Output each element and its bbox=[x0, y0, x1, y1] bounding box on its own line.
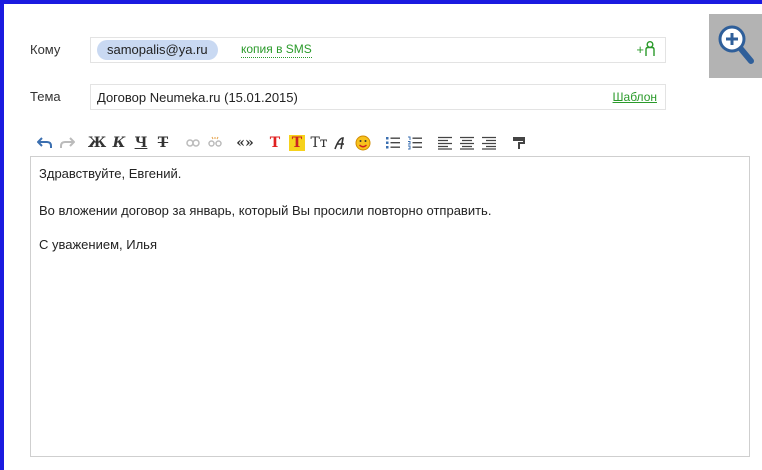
align-center-button[interactable] bbox=[456, 132, 478, 154]
person-icon bbox=[645, 41, 655, 56]
zoom-in-icon bbox=[718, 25, 754, 64]
recipient-chip[interactable]: samopalis@ya.ru bbox=[97, 40, 218, 60]
smiley-icon bbox=[355, 135, 371, 151]
align-right-button[interactable] bbox=[478, 132, 500, 154]
subject-input[interactable]: Договор Neumeka.ru (15.01.2015) bbox=[97, 90, 298, 105]
font-size-button[interactable]: Tт bbox=[308, 132, 330, 154]
align-center-icon bbox=[460, 136, 474, 150]
to-field[interactable]: samopalis@ya.ru копия в SMS + bbox=[90, 37, 666, 63]
subject-field[interactable]: Договор Neumeka.ru (15.01.2015) Шаблон bbox=[90, 84, 666, 110]
bulleted-list-button[interactable] bbox=[382, 132, 404, 154]
numbered-list-button[interactable] bbox=[404, 132, 426, 154]
template-link[interactable]: Шаблон bbox=[613, 90, 657, 104]
bold-button[interactable]: Ж bbox=[86, 132, 108, 154]
italic-button[interactable]: К bbox=[108, 132, 130, 154]
strikethrough-button[interactable]: Т bbox=[152, 132, 174, 154]
add-contact-label: + bbox=[636, 41, 644, 57]
add-contact-button[interactable]: + bbox=[636, 41, 655, 57]
format-painter-icon bbox=[513, 137, 525, 149]
bulleted-list-icon bbox=[386, 137, 400, 149]
link-button[interactable] bbox=[182, 132, 204, 154]
underline-button[interactable]: Ч bbox=[130, 132, 152, 154]
to-label: Кому bbox=[30, 42, 61, 57]
undo-icon bbox=[37, 137, 52, 148]
text-color-button[interactable]: T bbox=[264, 132, 286, 154]
body-line: С уважением, Илья bbox=[39, 237, 157, 252]
numbered-list-icon bbox=[408, 136, 422, 150]
zoom-in-button[interactable] bbox=[709, 14, 762, 78]
unlink-button[interactable] bbox=[204, 132, 226, 154]
align-right-icon bbox=[482, 136, 496, 150]
formatting-toolbar: Ж К Ч Т «» T T Tт bbox=[34, 130, 530, 156]
clear-formatting-button[interactable] bbox=[508, 132, 530, 154]
font-family-button[interactable] bbox=[330, 132, 352, 154]
highlight-color-button[interactable]: T bbox=[289, 135, 305, 151]
body-line: Во вложении договор за январь, который В… bbox=[39, 203, 492, 218]
sms-copy-link[interactable]: копия в SMS bbox=[241, 42, 312, 58]
undo-button[interactable] bbox=[34, 132, 56, 154]
subject-label: Тема bbox=[30, 89, 61, 104]
quote-button[interactable]: «» bbox=[234, 132, 256, 154]
unlink-icon bbox=[208, 136, 222, 147]
redo-button[interactable] bbox=[56, 132, 78, 154]
message-body-editor[interactable]: Здравствуйте, Евгений. Во вложении догов… bbox=[30, 156, 750, 457]
link-icon bbox=[186, 139, 200, 147]
redo-icon bbox=[60, 137, 75, 148]
align-left-icon bbox=[438, 136, 452, 150]
align-left-button[interactable] bbox=[434, 132, 456, 154]
body-line: Здравствуйте, Евгений. bbox=[39, 166, 182, 181]
emoji-button[interactable] bbox=[352, 132, 374, 154]
font-family-icon bbox=[334, 137, 344, 150]
